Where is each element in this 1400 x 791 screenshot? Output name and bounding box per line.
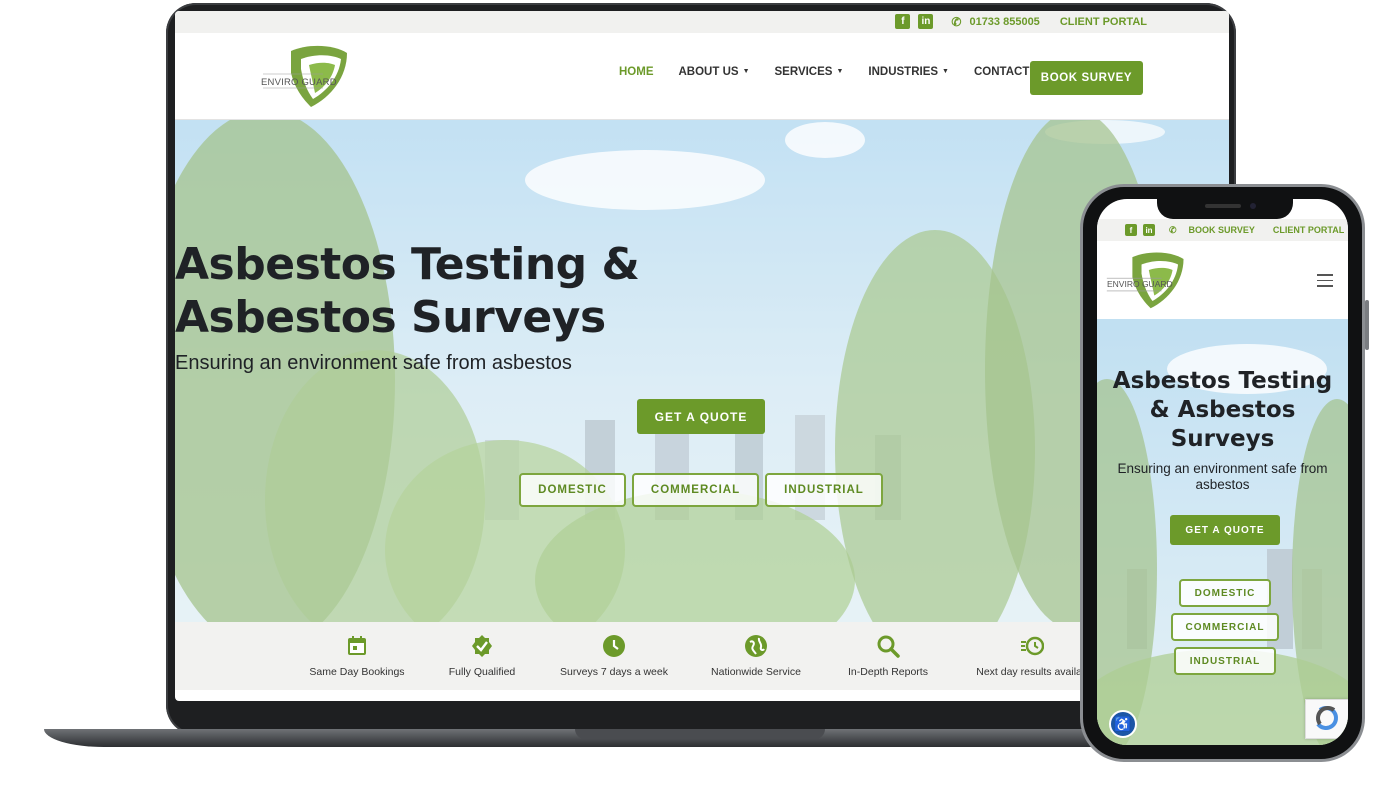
check-badge-icon: [472, 635, 492, 657]
brand-name: ENVIRO GUARD: [1107, 279, 1173, 289]
globe-icon: [745, 635, 767, 657]
client-portal-link[interactable]: CLIENT PORTAL: [1060, 16, 1147, 28]
hero-section: Asbestos Testing & Asbestos Surveys Ensu…: [175, 120, 1229, 622]
clock-icon: [603, 635, 625, 657]
mobile-utility-bar: f in ✆ BOOK SURVEY CLIENT PORTAL: [1097, 219, 1348, 241]
accessibility-icon[interactable]: ♿: [1109, 710, 1137, 738]
commercial-button[interactable]: COMMERCIAL: [1171, 613, 1279, 641]
mobile-hero: Asbestos Testing & Asbestos Surveys Ensu…: [1097, 319, 1348, 745]
hero-title-line1: Asbestos Testing &: [175, 239, 640, 290]
features-strip: Same Day Bookings Fully Qualified Survey…: [175, 622, 1229, 690]
hero-title-line2: Asbestos Surveys: [175, 292, 606, 343]
phone-number[interactable]: 01733 855005: [969, 16, 1039, 28]
mobile-title-line2: & Asbestos: [1149, 397, 1296, 423]
get-quote-button[interactable]: GET A QUOTE: [637, 399, 765, 434]
feature-label: Nationwide Service: [711, 666, 801, 678]
mobile-title-line1: Asbestos Testing: [1112, 368, 1333, 394]
industrial-button[interactable]: INDUSTRIAL: [1174, 647, 1276, 675]
feature-label: Same Day Bookings: [309, 666, 405, 678]
chevron-down-icon: ▼: [742, 68, 750, 75]
mobile-header: ENVIRO GUARD: [1097, 241, 1348, 319]
phone-icon: ✆: [951, 14, 962, 29]
get-quote-button[interactable]: GET A QUOTE: [1170, 515, 1280, 545]
phone-icon[interactable]: ✆: [1169, 225, 1177, 236]
brand-logo[interactable]: ENVIRO GUARD: [1105, 249, 1189, 311]
feature-reports: In-Depth Reports: [823, 634, 953, 678]
nav-about-label: ABOUT US: [678, 66, 739, 78]
book-survey-button[interactable]: BOOK SURVEY: [1030, 61, 1143, 95]
feature-label: Surveys 7 days a week: [560, 666, 668, 678]
feature-qualified: Fully Qualified: [417, 634, 547, 678]
mobile-book-survey-link[interactable]: BOOK SURVEY: [1189, 225, 1255, 235]
utility-bar: f in ✆ 01733 855005 CLIENT PORTAL: [175, 11, 1229, 33]
laptop-hinge-notch: [575, 729, 825, 739]
recaptcha-badge[interactable]: [1305, 699, 1348, 739]
feature-same-day: Same Day Bookings: [292, 634, 422, 678]
mobile-title-line3: Surveys: [1170, 426, 1275, 452]
feature-next-day: Next day results availab: [967, 634, 1097, 678]
phone-notch: [1157, 197, 1293, 219]
search-icon: [877, 635, 900, 658]
mobile-hero-title: Asbestos Testing & Asbestos Surveys: [1097, 367, 1348, 454]
fast-clock-icon: [1021, 636, 1045, 656]
phone-speaker: [1205, 204, 1241, 208]
domestic-button[interactable]: DOMESTIC: [519, 473, 626, 507]
industrial-button[interactable]: INDUSTRIAL: [765, 473, 883, 507]
brand-logo[interactable]: ENVIRO GUARD: [261, 43, 353, 109]
facebook-icon[interactable]: f: [1125, 224, 1137, 236]
menu-icon[interactable]: [1317, 274, 1333, 291]
device-mockup: f in ✆ 01733 855005 CLIENT PORTAL ENVIRO…: [0, 0, 1400, 791]
front-camera: [1250, 203, 1256, 209]
calendar-icon: [348, 636, 366, 655]
nav-services-label: SERVICES: [774, 66, 833, 78]
recaptcha-icon: [1316, 706, 1338, 730]
nav-home[interactable]: HOME: [619, 66, 654, 78]
nav-industries[interactable]: INDUSTRIES ▼: [868, 66, 949, 78]
main-nav: HOME ABOUT US ▼ SERVICES ▼ INDUSTRIES ▼ CON…: [619, 66, 1049, 78]
phone-screen: f in ✆ BOOK SURVEY CLIENT PORTAL ENVIRO …: [1097, 199, 1348, 745]
feature-label: In-Depth Reports: [848, 666, 928, 678]
domestic-button[interactable]: DOMESTIC: [1179, 579, 1271, 607]
commercial-button[interactable]: COMMERCIAL: [632, 473, 759, 507]
nav-about[interactable]: ABOUT US ▼: [679, 66, 750, 78]
mobile-hero-subtitle: Ensuring an environment safe from asbest…: [1117, 461, 1328, 492]
chevron-down-icon: ▼: [942, 68, 949, 75]
hero-title: Asbestos Testing & Asbestos Surveys: [175, 238, 1229, 344]
chevron-down-icon: ▼: [836, 68, 844, 75]
phone-side-button: [1365, 300, 1369, 350]
laptop-screen: f in ✆ 01733 855005 CLIENT PORTAL ENVIRO…: [175, 11, 1229, 701]
nav-services[interactable]: SERVICES ▼: [775, 66, 844, 78]
linkedin-icon[interactable]: in: [1143, 224, 1155, 236]
main-header: ENVIRO GUARD HOME ABOUT US ▼ SERVICES ▼ IN…: [175, 33, 1229, 120]
feature-label: Fully Qualified: [448, 666, 516, 678]
nav-industries-label: INDUSTRIES: [868, 66, 939, 78]
mobile-client-portal-link[interactable]: CLIENT PORTAL: [1273, 225, 1344, 235]
feature-nationwide: Nationwide Service: [691, 634, 821, 678]
feature-label: Next day results availab: [976, 666, 1088, 678]
feature-7-days: Surveys 7 days a week: [549, 634, 679, 678]
hero-subtitle: Ensuring an environment safe from asbest…: [175, 352, 572, 374]
brand-name: ENVIRO GUARD: [261, 77, 337, 88]
shield-leaf-icon: [263, 45, 347, 107]
facebook-icon[interactable]: f: [895, 14, 911, 29]
linkedin-icon[interactable]: in: [918, 14, 934, 29]
